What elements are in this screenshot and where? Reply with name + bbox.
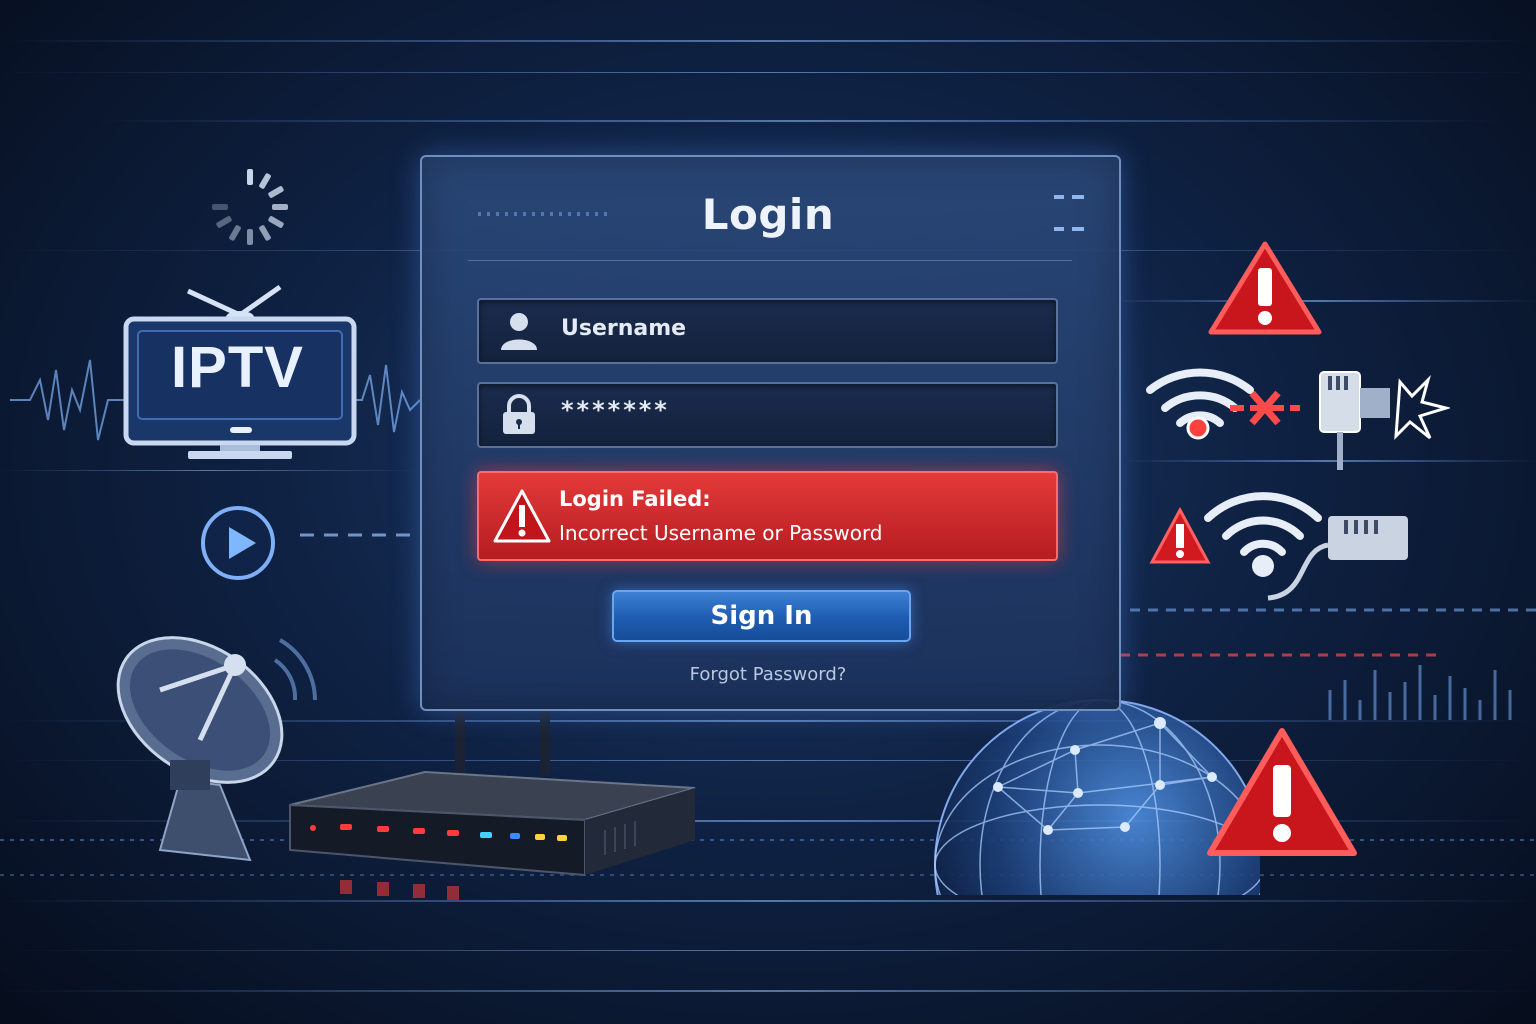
warning-icon [1207, 728, 1357, 856]
password-field[interactable]: ******* [477, 382, 1058, 448]
divider [468, 260, 1072, 261]
user-icon [501, 313, 537, 350]
lock-icon [503, 394, 535, 434]
router-icon [289, 690, 696, 900]
error-alert: Login Failed: Incorrect Username or Pass… [477, 471, 1058, 561]
warning-icon [1208, 241, 1322, 335]
error-title: Login Failed: [559, 487, 711, 511]
ethernet-plug-icon [1319, 371, 1450, 470]
password-masked-value: ******* [561, 396, 670, 424]
warning-icon [1149, 492, 1408, 601]
iptv-label: IPTV [171, 335, 304, 400]
forgot-password-link[interactable]: Forgot Password? [0, 664, 1536, 685]
sign-in-button[interactable]: Sign In [612, 590, 911, 642]
warning-icon [493, 489, 551, 543]
username-field[interactable]: Username [477, 298, 1058, 364]
play-icon[interactable] [198, 503, 278, 583]
username-placeholder: Username [561, 316, 687, 341]
error-message: Incorrect Username or Password [559, 521, 883, 545]
page-title: Login [701, 190, 835, 239]
